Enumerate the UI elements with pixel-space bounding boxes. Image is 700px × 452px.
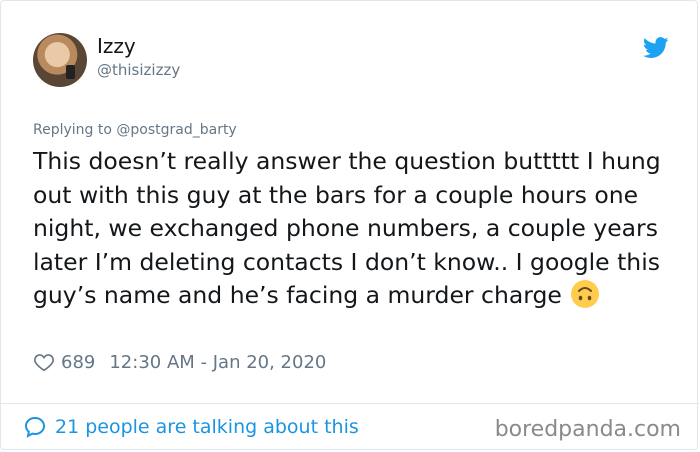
replying-to[interactable]: Replying to @postgrad_barty	[33, 122, 237, 138]
speech-bubble-icon	[24, 416, 46, 438]
tweet-timestamp[interactable]: 12:30 AM - Jan 20, 2020	[109, 352, 326, 373]
avatar-phone-detail	[66, 65, 75, 79]
heart-icon[interactable]	[33, 351, 55, 373]
like-count: 689	[61, 351, 96, 373]
author-handle[interactable]: @thisizizzy	[97, 61, 180, 79]
upside-down-face-emoji	[570, 280, 599, 308]
tweet-text: This doesn’t really answer the question …	[33, 145, 683, 313]
boredpanda-watermark: boredpanda.com	[494, 417, 681, 442]
avatar[interactable]	[33, 33, 87, 87]
tweet-body: This doesn’t really answer the question …	[33, 147, 661, 309]
author-name[interactable]: Izzy	[97, 34, 136, 58]
twitter-bird-icon[interactable]	[643, 37, 669, 59]
divider	[1, 403, 699, 404]
tweet-meta: 689 12:30 AM - Jan 20, 2020	[33, 351, 326, 373]
talking-about-label: 21 people are talking about this	[55, 416, 359, 438]
tweet-card: Izzy @thisizizzy Replying to @postgrad_b…	[0, 0, 699, 450]
talking-about-link[interactable]: 21 people are talking about this	[23, 415, 359, 439]
